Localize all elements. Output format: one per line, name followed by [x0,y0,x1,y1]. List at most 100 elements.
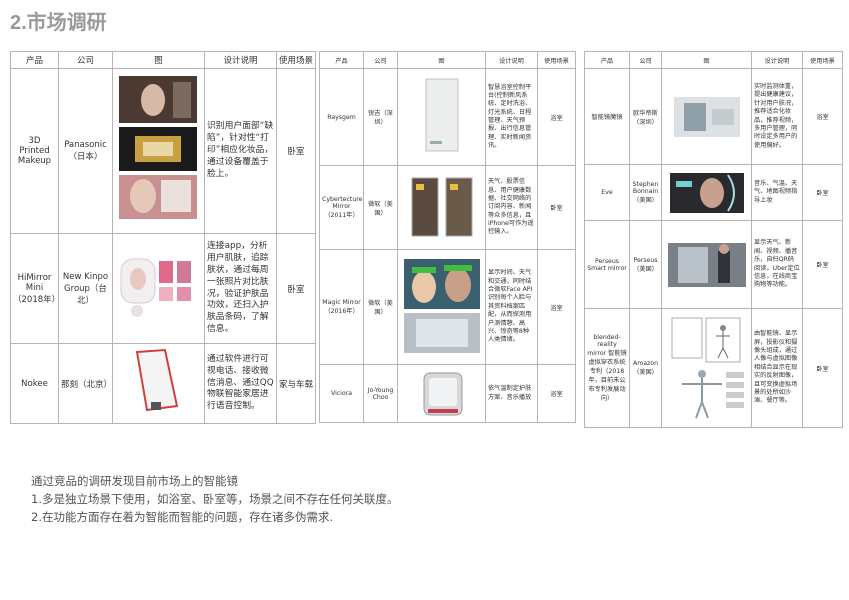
table-row: HiMirror Mini（2018年） New Kinpo Group（台北）… [10,233,316,344]
table-row: Cybertecture Mirror（2011年） 微软（美国） 天气、股票信… [319,165,576,250]
research-table-2: 产品 公司 图 设计说明 使用场景 Raysgem 锐吉（深圳） 智慧浴室控制平… [319,51,576,423]
design-cell: 天气、股票信息、用户健康数据、社交网络的订阅内容、新闻等众多信息，且iPhone… [485,165,538,250]
product-image [400,170,483,246]
table-row: 智能镜魔镜 欧华帝斯（深圳） 实时监测体重，提出健康建议，针对用户肤况，推荐适合… [584,68,843,165]
scene-cell: 卧室 [802,164,843,221]
summary-point-1: 1.多是独立场景下使用，如浴室、卧室等，场景之间不存在任何关联度。 [31,492,399,506]
product-image [400,73,483,161]
table-header-row: 产品 公司 图 设计说明 使用场景 [319,51,576,69]
product-cell: Eve [584,164,630,221]
header-product: 产品 [319,51,364,69]
company-cell: Panasonic（日本） [58,68,113,234]
design-cell: 音乐、气温、天气、地图视频指导上妆 [751,164,803,221]
product-image [115,239,202,339]
table-row: Perseus Smart mirror Perseus（美国） 显示天气、新闻… [584,220,843,309]
header-design: 设计说明 [485,51,538,69]
image-cell [661,164,752,221]
table-row: Magic Mirror（2016年） 微软（美国） 显示时间、天气和交通，同时… [319,249,576,365]
table-row: Raysgem 锐吉（深圳） 智慧浴室控制平台(控制新风系统、定时洗浴、灯光系统… [319,68,576,166]
header-image: 图 [661,51,752,69]
scene-cell: 浴室 [537,364,576,423]
scene-cell: 卧室 [802,308,843,428]
image-cell [397,249,486,365]
image-cell [112,343,205,424]
design-cell: 智慧浴室控制平台(控制新风系统、定时洗浴、灯光系统、日程管理、天气预报、出行信息… [485,68,538,166]
product-cell: Raysgem [319,68,364,166]
product-image [664,225,749,305]
design-cell: 显示时间、天气和交通，同时结合微软Face API识别每个人脸与其资料档案匹配，… [485,249,538,365]
design-cell: 实时监测体重，提出健康建议，针对用户肤况，推荐适合化妆品，推荐视频，多用户管理，… [751,68,803,165]
company-cell: Jo-Young Choo [363,364,398,423]
product-cell: Magic Mirror（2016年） [319,249,364,365]
company-cell: 锐吉（深圳） [363,68,398,166]
research-table-3: 产品 公司 图 设计说明 使用场景 智能镜魔镜 欧华帝斯（深圳） 实时监测体重，… [584,51,843,428]
company-cell: Stephen Bonnain（美国） [629,164,662,221]
product-image [400,255,483,359]
image-cell [397,165,486,250]
product-image [664,169,749,217]
header-design: 设计说明 [204,51,277,69]
scene-cell: 卧室 [802,220,843,309]
summary-block: 通过竞品的调研发现目前市场上的智能镜 1.多是独立场景下使用，如浴室、卧室等，场… [31,472,398,526]
image-cell [661,308,752,428]
company-cell: 欧华帝斯（深圳） [629,68,662,165]
image-cell [112,68,205,234]
table-row: Nokee 那刻（北京） 通过软件进行可视电话、接收微信消息、通过QQ物联智能家… [10,343,316,424]
scene-cell: 卧室 [276,233,316,344]
product-cell: Perseus Smart mirror [584,220,630,309]
company-cell: 微软（美国） [363,165,398,250]
image-cell [112,233,205,344]
header-product: 产品 [584,51,630,69]
table-row: Viciora Jo-Young Choo 依气温制定护肤方案、音乐播放 浴室 [319,364,576,423]
scene-cell: 浴室 [537,249,576,365]
product-cell: 智能镜魔镜 [584,68,630,165]
company-cell: Perseus（美国） [629,220,662,309]
company-cell: 微软（美国） [363,249,398,365]
header-design: 设计说明 [751,51,803,69]
table-row: 3D Printed Makeup Panasonic（日本） 识别用户面部“缺… [10,68,316,234]
product-cell: Viciora [319,364,364,423]
product-image [664,73,749,161]
table-header-row: 产品 公司 图 设计说明 使用场景 [584,51,843,69]
table-row: Eve Stephen Bonnain（美国） 音乐、气温、天气、地图视频指导上… [584,164,843,221]
product-image [115,348,202,420]
scene-cell: 卧室 [537,165,576,250]
product-cell: 3D Printed Makeup [10,68,59,234]
design-cell: 显示天气、新闻、视频、播音乐，自扫QR码阅读，Uber定位信息，在线商宝购物等功… [751,220,803,309]
header-image: 图 [397,51,486,69]
scene-cell: 浴室 [802,68,843,165]
company-cell: 那刻（北京） [58,343,113,424]
scene-cell: 浴室 [537,68,576,166]
header-company: 公司 [629,51,662,69]
header-scene: 使用场景 [276,51,316,69]
product-cell: blended-reality mirror 智能镜虚拟穿衣系统专利（2018年… [584,308,630,428]
header-image: 图 [112,51,205,69]
image-cell [397,68,486,166]
page-title: 2.市场调研 [10,12,107,34]
scene-cell: 家与车载 [276,343,316,424]
header-scene: 使用场景 [802,51,843,69]
product-cell: HiMirror Mini（2018年） [10,233,59,344]
design-cell: 识别用户面部“缺陷”，针对性“打印”相应化妆品，通过设备覆盖于脸上。 [204,68,277,234]
scene-cell: 卧室 [276,68,316,234]
product-cell: Nokee [10,343,59,424]
summary-point-2: 2.在功能方面存在着为智能而智能的问题，存在诸多伪需求. [31,510,334,524]
design-cell: 连接app，分析用户肌肤，追踪肤状，通过每周一张照片对比肤况，验证护肤品功效，还… [204,233,277,344]
table-row: blended-reality mirror 智能镜虚拟穿衣系统专利（2018年… [584,308,843,428]
header-company: 公司 [363,51,398,69]
header-product: 产品 [10,51,59,69]
product-cell: Cybertecture Mirror（2011年） [319,165,364,250]
image-cell [397,364,486,423]
design-cell: 通过软件进行可视电话、接收微信消息、通过QQ物联智能家居进行语音控制。 [204,343,277,424]
design-cell: 依气温制定护肤方案、音乐播放 [485,364,538,423]
company-cell: Amazon（美国） [629,308,662,428]
table-header-row: 产品 公司 图 设计说明 使用场景 [10,51,316,69]
header-scene: 使用场景 [537,51,576,69]
summary-intro: 通过竞品的调研发现目前市场上的智能镜 [31,474,238,488]
patent-diagram [664,312,749,424]
design-cell: 由智能镜、显示屏，投影仪和摄像头组成，通过人像与虚拟图像相结合显示在现实的反射图… [751,308,803,428]
header-company: 公司 [58,51,113,69]
product-image [400,369,483,419]
image-cell [661,68,752,165]
company-cell: New Kinpo Group（台北） [58,233,113,344]
